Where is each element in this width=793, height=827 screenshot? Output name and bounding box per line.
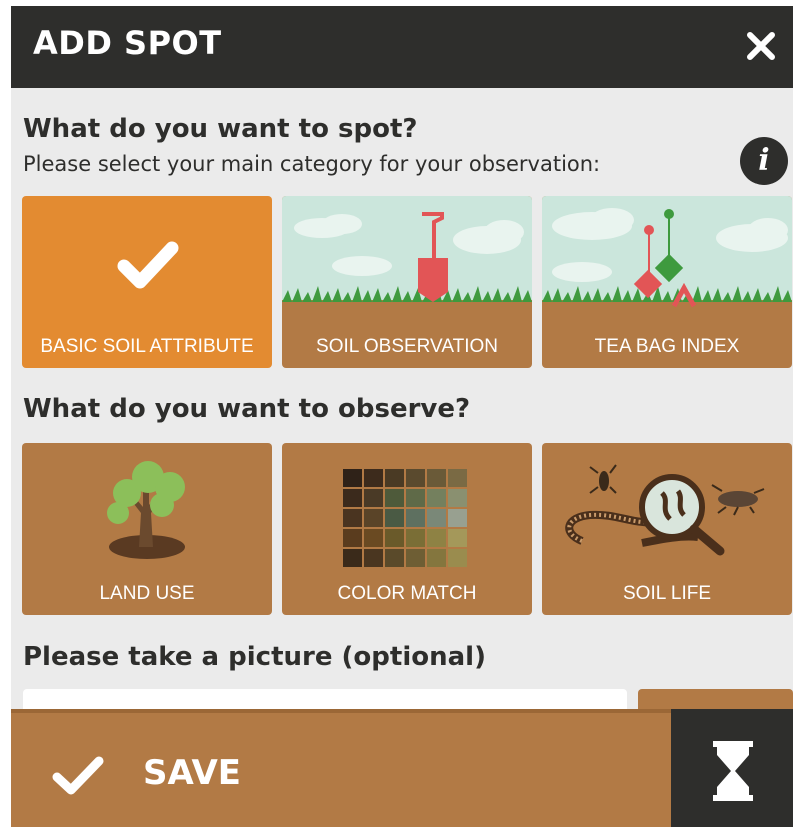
color-swatch: [343, 509, 362, 527]
save-button[interactable]: SAVE: [11, 709, 671, 827]
color-swatch: [427, 489, 446, 507]
color-swatch: [406, 489, 425, 507]
color-swatch: [427, 529, 446, 547]
color-swatch: [385, 529, 404, 547]
color-swatch: [364, 489, 383, 507]
color-swatch: [448, 529, 467, 547]
info-icon: i: [758, 143, 770, 178]
color-swatch: [406, 509, 425, 527]
color-swatch: [364, 469, 383, 487]
color-swatch: [448, 549, 467, 567]
category-label: TEA BAG INDEX: [594, 336, 740, 357]
tea-bag-icon: [542, 196, 792, 326]
color-swatch: [343, 489, 362, 507]
close-icon: [747, 32, 775, 60]
color-swatch: [343, 549, 362, 567]
save-label: SAVE: [143, 753, 242, 793]
color-swatch: [385, 509, 404, 527]
add-spot-dialog: ADD SPOT What do you want to spot? Pleas…: [11, 6, 793, 827]
hourglass-icon: [713, 741, 753, 801]
category-basic-soil-attribute[interactable]: BASIC SOIL ATTRIBUTE: [22, 196, 272, 368]
color-swatch: [448, 489, 467, 507]
color-chart-icon: [343, 469, 467, 567]
color-swatch: [385, 469, 404, 487]
observe-label: SOIL LIFE: [623, 583, 711, 604]
category-label: BASIC SOIL ATTRIBUTE: [40, 336, 254, 357]
category-tea-bag-index[interactable]: TEA BAG INDEX: [542, 196, 792, 368]
color-swatch: [427, 549, 446, 567]
color-swatch: [448, 469, 467, 487]
header-bar: ADD SPOT: [11, 6, 793, 88]
color-swatch: [448, 509, 467, 527]
color-swatch: [343, 529, 362, 547]
color-swatch: [343, 469, 362, 487]
color-swatch: [427, 469, 446, 487]
color-swatch: [406, 469, 425, 487]
color-swatch: [406, 549, 425, 567]
spot-section-title: What do you want to spot?: [23, 114, 418, 144]
spot-section-subtitle: Please select your main category for you…: [23, 152, 601, 176]
checkmark-icon: [52, 756, 104, 795]
observe-label: LAND USE: [99, 583, 195, 604]
page-title: ADD SPOT: [33, 24, 222, 62]
color-swatch: [364, 509, 383, 527]
soil-life-magnifier-icon: [565, 464, 765, 556]
shovel-in-soil-icon: [282, 196, 532, 326]
observe-label: COLOR MATCH: [337, 583, 477, 604]
color-swatch: [385, 489, 404, 507]
checkmark-icon: [117, 241, 179, 289]
wait-button[interactable]: [671, 709, 793, 827]
color-swatch: [406, 529, 425, 547]
info-button[interactable]: i: [740, 137, 788, 185]
observe-section-title: What do you want to observe?: [23, 394, 471, 424]
color-swatch: [427, 509, 446, 527]
tree-icon: [107, 461, 185, 559]
observe-land-use[interactable]: LAND USE: [22, 443, 272, 615]
close-button[interactable]: [743, 28, 779, 64]
picture-section-title: Please take a picture (optional): [23, 642, 486, 672]
category-label: SOIL OBSERVATION: [316, 336, 498, 357]
observe-soil-life[interactable]: SOIL LIFE: [542, 443, 792, 615]
color-swatch: [364, 549, 383, 567]
color-swatch: [385, 549, 404, 567]
category-soil-observation[interactable]: SOIL OBSERVATION: [282, 196, 532, 368]
observe-color-match[interactable]: COLOR MATCH: [282, 443, 532, 615]
color-swatch: [364, 529, 383, 547]
